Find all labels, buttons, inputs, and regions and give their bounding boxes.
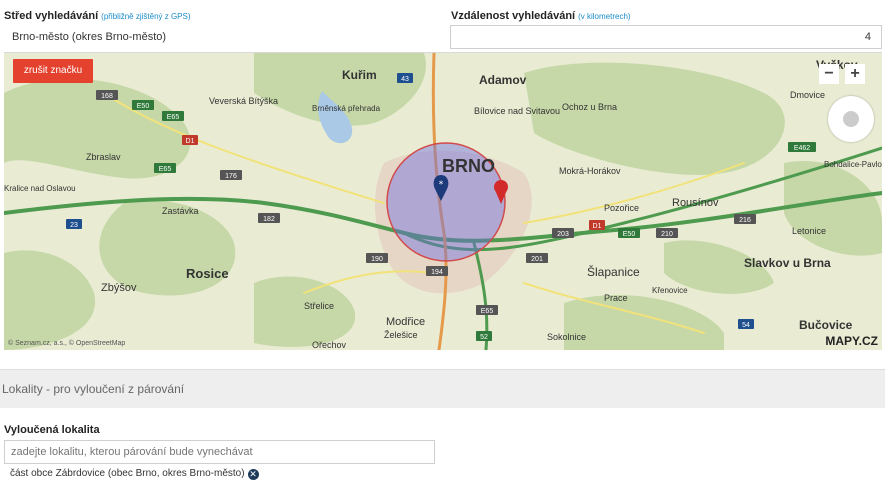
town-label: Letonice (792, 226, 826, 236)
svg-text:E50: E50 (137, 103, 150, 110)
town-label: Pozořice (604, 203, 639, 213)
road-shield: 190 (366, 253, 388, 263)
svg-text:168: 168 (101, 93, 113, 100)
mapy-logo: MAPY.CZ (825, 334, 878, 348)
svg-text:203: 203 (557, 231, 569, 238)
map-canvas: * Kuřim Adamov Veverská Bítýška Brněnská př… (4, 53, 882, 350)
town-label: Dmovice (790, 90, 825, 100)
road-shield: 210 (656, 228, 678, 238)
svg-text:E50: E50 (623, 231, 636, 238)
town-label: Bohdalice-Pavlov (824, 160, 882, 169)
road-shield: E65 (154, 163, 176, 173)
town-label: Mokrá-Horákov (559, 166, 621, 176)
map-pan-control[interactable] (828, 96, 874, 142)
search-distance-input[interactable] (450, 25, 882, 49)
town-label: Kuřim (342, 68, 377, 82)
svg-text:190: 190 (371, 256, 383, 263)
road-shield: E50 (132, 100, 154, 110)
svg-text:E65: E65 (167, 114, 180, 121)
remove-marker-button[interactable]: zrušit značku (13, 59, 93, 83)
svg-text:216: 216 (739, 217, 751, 224)
town-label: Rosice (186, 266, 229, 281)
svg-text:D1: D1 (186, 138, 195, 145)
town-label: Střelice (304, 301, 334, 311)
town-label: Sokolnice (547, 332, 586, 342)
svg-text:E65: E65 (481, 308, 494, 315)
road-shield: 203 (552, 228, 574, 238)
excluded-location-item: část obce Zábrdovice (obec Brno, okres B… (10, 468, 259, 480)
road-shield: 176 (220, 170, 242, 180)
map-attribution: © Seznam.cz, a.s., © OpenStreetMap (8, 339, 125, 347)
svg-text:52: 52 (480, 334, 488, 341)
search-center-label: Střed vyhledávání (přibližně zjištěný z G… (4, 10, 191, 22)
zoom-out-button[interactable]: − (819, 64, 839, 84)
town-label: Slavkov u Brna (744, 256, 831, 270)
road-shield: D1 (589, 220, 605, 230)
town-label: Kralice nad Oslavou (4, 184, 76, 193)
town-label: Ochoz u Brna (562, 102, 617, 112)
road-shield: 52 (476, 331, 492, 341)
road-shield: 168 (96, 90, 118, 100)
town-label: BRNO (442, 156, 495, 176)
town-label: Ořechov (312, 340, 347, 350)
town-label: Prace (604, 293, 628, 303)
town-label: Adamov (479, 73, 527, 87)
search-distance-label: Vzdálenost vyhledávání (v kilometrech) (451, 10, 631, 22)
svg-text:E462: E462 (794, 145, 810, 152)
map-view[interactable]: * Kuřim Adamov Veverská Bítýška Brněnská př… (4, 52, 882, 350)
svg-text:201: 201 (531, 256, 543, 263)
town-label: Brněnská přehrada (312, 104, 381, 113)
town-label: Želešice (384, 330, 418, 340)
town-label: Zbýšov (101, 282, 137, 294)
remove-location-icon[interactable]: ✕ (247, 469, 259, 480)
svg-text:182: 182 (263, 216, 275, 223)
svg-text:176: 176 (225, 173, 237, 180)
road-shield: 54 (738, 319, 754, 329)
road-shield: 194 (426, 266, 448, 276)
road-shield: 182 (258, 213, 280, 223)
svg-text:D1: D1 (593, 223, 602, 230)
town-label: Modřice (386, 316, 425, 328)
svg-text:194: 194 (431, 269, 443, 276)
svg-text:E65: E65 (159, 166, 172, 173)
town-label: Šlapanice (587, 264, 640, 279)
svg-text:*: * (439, 180, 444, 190)
town-label: Zastávka (162, 206, 199, 216)
town-label: Bučovice (799, 318, 853, 332)
svg-text:210: 210 (661, 231, 673, 238)
exclusions-section-title: Lokality - pro vyloučení z párování (2, 382, 185, 396)
exclusions-section-header: Lokality - pro vyloučení z párování (0, 369, 885, 408)
svg-text:43: 43 (401, 76, 409, 83)
road-shield: 216 (734, 214, 756, 224)
town-label: Zbraslav (86, 152, 121, 162)
road-shield: E65 (476, 305, 498, 315)
town-label: Rousínov (672, 197, 719, 209)
town-label: Bílovice nad Svitavou (474, 106, 560, 116)
zoom-in-button[interactable]: + (845, 64, 865, 84)
excluded-location-input[interactable] (4, 440, 435, 464)
search-center-value: Brno-město (okres Brno-město) (12, 31, 167, 43)
road-shield: 23 (66, 219, 82, 229)
road-shield: E50 (618, 228, 640, 238)
town-label: Křenovice (652, 286, 688, 295)
road-shield: E462 (788, 142, 816, 152)
svg-text:23: 23 (70, 222, 78, 229)
road-shield: 201 (526, 253, 548, 263)
svg-text:54: 54 (742, 322, 750, 329)
excluded-location-label: Vyloučená lokalita (4, 424, 100, 436)
pan-center-icon (843, 111, 859, 127)
road-shield: E65 (162, 111, 184, 121)
town-label: Veverská Bítýška (209, 96, 278, 106)
road-shield: D1 (182, 135, 198, 145)
road-shield: 43 (397, 73, 413, 83)
